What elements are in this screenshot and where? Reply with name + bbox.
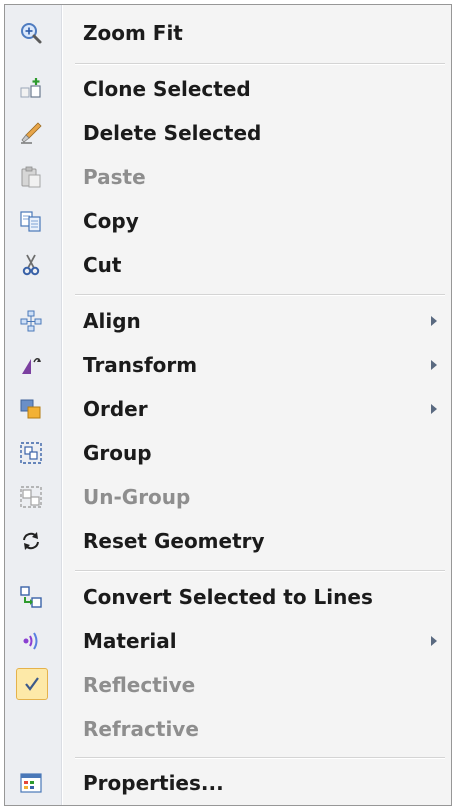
submenu-arrow-icon — [431, 636, 437, 646]
copy-icon — [19, 209, 43, 233]
menu-item-label: Clone Selected — [83, 77, 251, 101]
convert-lines-icon — [19, 585, 43, 609]
properties-icon — [19, 771, 43, 795]
menu-item-refractive[interactable]: Refractive — [5, 707, 451, 751]
menu-item-order[interactable]: Order — [5, 387, 451, 431]
menu-item-label: Refractive — [83, 717, 199, 741]
menu-item-label: Reset Geometry — [83, 529, 265, 553]
reset-icon — [19, 529, 43, 553]
menu-item-properties[interactable]: Properties... — [5, 761, 451, 805]
menu-item-label: Group — [83, 441, 152, 465]
menu-item-label: Copy — [83, 209, 139, 233]
clone-icon — [19, 77, 43, 101]
menu-item-label: Align — [83, 309, 141, 333]
group-icon — [19, 441, 43, 465]
zoom-fit-icon — [19, 21, 43, 45]
menu-item-convert-selected-to-lines[interactable]: Convert Selected to Lines — [5, 575, 451, 619]
separator — [75, 757, 445, 759]
menu-item-label: Un-Group — [83, 485, 191, 509]
submenu-arrow-icon — [431, 404, 437, 414]
menu-item-material[interactable]: Material — [5, 619, 451, 663]
menu-item-label: Zoom Fit — [83, 21, 183, 45]
menu-item-label: Order — [83, 397, 148, 421]
menu-item-reflective[interactable]: Reflective — [5, 663, 451, 707]
delete-icon — [19, 121, 43, 145]
submenu-arrow-icon — [431, 360, 437, 370]
menu-item-label: Paste — [83, 165, 146, 189]
menu-item-group[interactable]: Group — [5, 431, 451, 475]
menu-item-label: Material — [83, 629, 177, 653]
menu-item-cut[interactable]: Cut — [5, 243, 451, 287]
menu-item-transform[interactable]: Transform — [5, 343, 451, 387]
menu-item-un-group[interactable]: Un-Group — [5, 475, 451, 519]
order-icon — [19, 397, 43, 421]
menu-item-label: Convert Selected to Lines — [83, 585, 373, 609]
separator — [75, 294, 445, 296]
paste-icon — [19, 165, 43, 189]
submenu-arrow-icon — [431, 316, 437, 326]
context-menu: Zoom Fit Clone Selected Delete Selected — [4, 4, 452, 806]
menu-item-label: Properties... — [83, 771, 224, 795]
ungroup-icon — [19, 485, 43, 509]
menu-item-reset-geometry[interactable]: Reset Geometry — [5, 519, 451, 563]
menu-item-copy[interactable]: Copy — [5, 199, 451, 243]
separator — [75, 570, 445, 572]
scissors-icon — [19, 253, 43, 277]
material-icon — [19, 629, 43, 653]
menu-item-label: Delete Selected — [83, 121, 262, 145]
separator — [75, 63, 445, 65]
menu-item-delete-selected[interactable]: Delete Selected — [5, 111, 451, 155]
menu-item-paste[interactable]: Paste — [5, 155, 451, 199]
menu-item-zoom-fit[interactable]: Zoom Fit — [5, 11, 451, 55]
menu-item-label: Transform — [83, 353, 198, 377]
menu-item-align[interactable]: Align — [5, 299, 451, 343]
menu-item-label: Cut — [83, 253, 122, 277]
menu-item-label: Reflective — [83, 673, 196, 697]
transform-icon — [19, 353, 43, 377]
menu-item-clone-selected[interactable]: Clone Selected — [5, 67, 451, 111]
checkmark-icon — [16, 668, 48, 700]
align-icon — [19, 309, 43, 333]
